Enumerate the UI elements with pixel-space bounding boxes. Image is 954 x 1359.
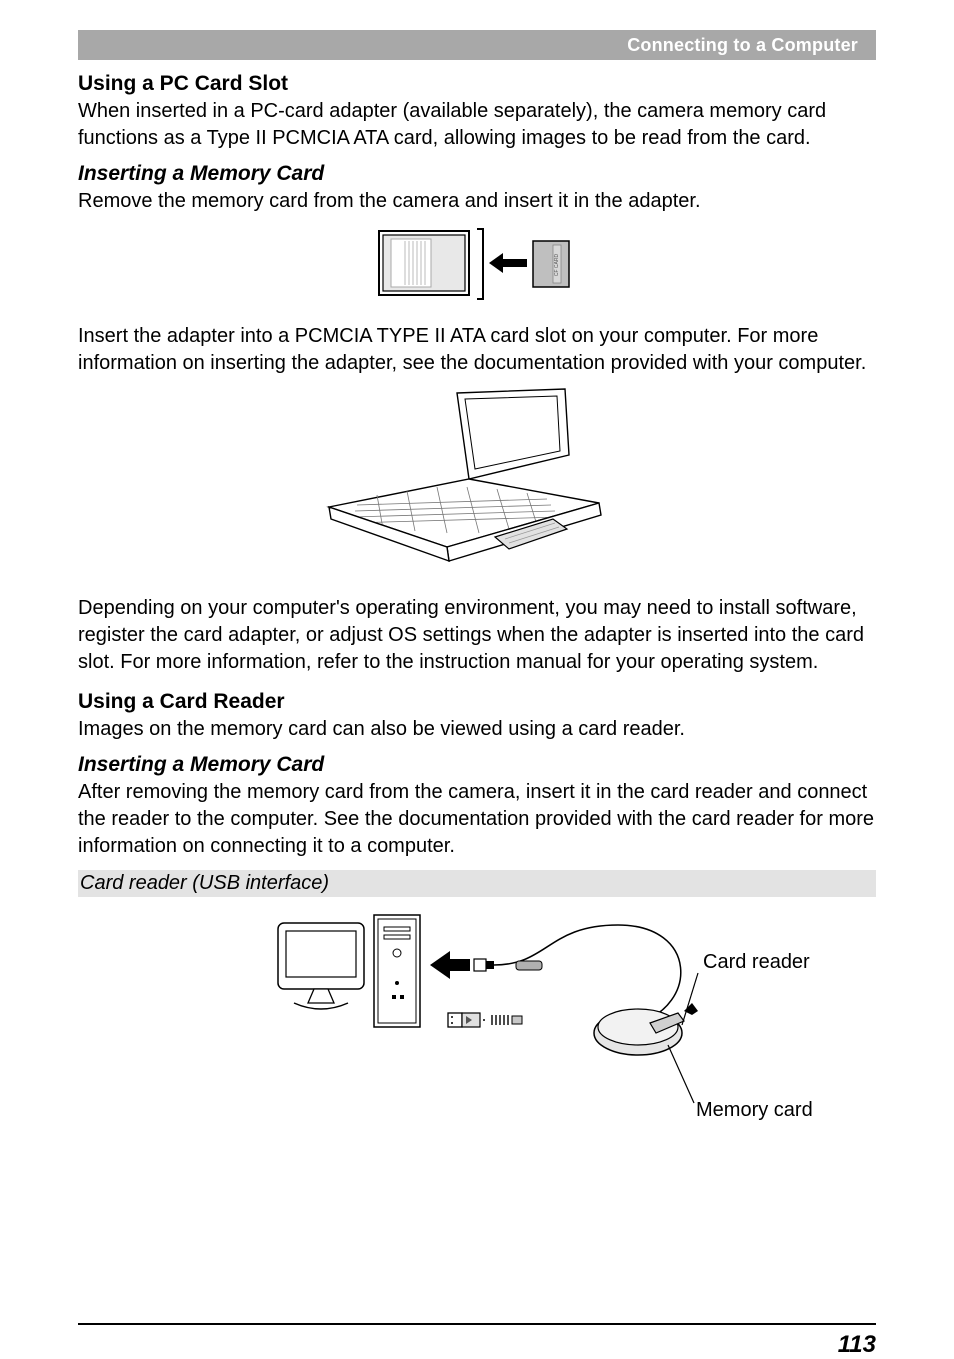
card-adapter-icon: CF CARD [377, 225, 577, 305]
para-os-env: Depending on your computer's operating e… [78, 595, 876, 676]
figure-usb-reader: Card reader Memory card [78, 903, 876, 1123]
figure-laptop [78, 387, 876, 577]
subheading-insert-memcard-2: Inserting a Memory Card [78, 753, 876, 777]
section-title: Connecting to a Computer [627, 35, 858, 56]
page-number: 113 [78, 1331, 876, 1359]
heading-pc-card-slot: Using a PC Card Slot [78, 72, 876, 96]
label-memory-card: Memory card [696, 1099, 813, 1122]
figure-card-adapter: CF CARD [78, 225, 876, 305]
heading-card-reader: Using a Card Reader [78, 690, 876, 714]
cf-card-label: CF CARD [554, 254, 560, 277]
para-pc-card-intro: When inserted in a PC-card adapter (avai… [78, 98, 876, 152]
para-card-reader-intro: Images on the memory card can also be vi… [78, 716, 876, 743]
usb-reader-icon [78, 903, 878, 1123]
subheading-insert-memcard-1: Inserting a Memory Card [78, 162, 876, 186]
page: Connecting to a Computer Using a PC Card… [0, 0, 954, 1352]
para-card-reader-steps: After removing the memory card from the … [78, 779, 876, 860]
laptop-icon [297, 387, 657, 577]
section-header-bar: Connecting to a Computer [78, 30, 876, 60]
para-insert-adapter: Insert the adapter into a PCMCIA TYPE II… [78, 323, 876, 377]
label-card-reader: Card reader [703, 951, 810, 974]
page-content: Using a PC Card Slot When inserted in a … [78, 60, 876, 1359]
para-remove-insert: Remove the memory card from the camera a… [78, 188, 876, 215]
band-card-reader-usb: Card reader (USB interface) [78, 870, 876, 897]
footer-rule [78, 1323, 876, 1325]
